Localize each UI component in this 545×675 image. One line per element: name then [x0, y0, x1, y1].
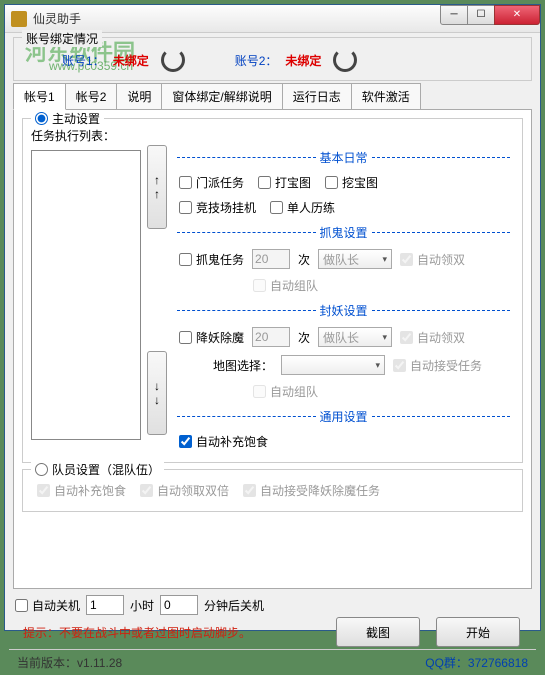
hours-input[interactable]: 1 [86, 595, 124, 615]
tab-help[interactable]: 说明 [116, 83, 162, 109]
wabaotu-checkbox[interactable] [325, 176, 338, 189]
qq-value: 372766818 [468, 656, 528, 670]
move-down-button[interactable]: ↓↓ [147, 351, 167, 435]
account1-label: 账号1： [62, 52, 105, 69]
active-mode-radio[interactable] [35, 112, 48, 125]
version-label: 当前版本： [17, 656, 77, 670]
tab-account2[interactable]: 帐号2 [65, 83, 118, 109]
section-general: 通用设置 [173, 408, 514, 425]
version-value: v1.11.28 [77, 656, 122, 670]
ghost-count-spinner[interactable]: 20 [252, 249, 290, 269]
menpai-checkbox[interactable] [179, 176, 192, 189]
member-autoaccept-checkbox [243, 484, 256, 497]
screenshot-button[interactable]: 截图 [336, 617, 420, 647]
bind-group-title: 账号绑定情况 [22, 30, 102, 47]
dabaotu-checkbox[interactable] [258, 176, 271, 189]
demon-task-checkbox[interactable] [179, 331, 192, 344]
active-settings-group: 主动设置 任务执行列表： ↑↑ ↓↓ 基本日常 门派任务 [22, 118, 523, 463]
account1-status: 未绑定 [113, 52, 149, 69]
account2-label: 账号2： [235, 52, 278, 69]
member-mode-radio[interactable] [35, 463, 48, 476]
account2-status: 未绑定 [285, 52, 321, 69]
demon-autoteam-checkbox [253, 385, 266, 398]
demon-count-spinner[interactable]: 20 [252, 327, 290, 347]
member-autofood-checkbox [37, 484, 50, 497]
demon-leader-combo[interactable]: 做队长 [318, 327, 392, 347]
ghost-task-checkbox[interactable] [179, 253, 192, 266]
start-button[interactable]: 开始 [436, 617, 520, 647]
tab-log[interactable]: 运行日志 [282, 83, 352, 109]
member-mode-label: 队员设置（混队伍） [52, 461, 160, 478]
member-autodouble-checkbox [140, 484, 153, 497]
ghost-autoteam-checkbox [253, 279, 266, 292]
ghost-leader-combo[interactable]: 做队长 [318, 249, 392, 269]
task-list-label: 任务执行列表： [31, 127, 141, 144]
qq-label: QQ群： [425, 656, 468, 670]
demon-autodouble-checkbox [400, 331, 413, 344]
tab-activate[interactable]: 软件激活 [351, 83, 421, 109]
autofood-checkbox[interactable] [179, 435, 192, 448]
danren-checkbox[interactable] [270, 201, 283, 214]
jingji-checkbox[interactable] [179, 201, 192, 214]
spinner-icon [161, 48, 185, 72]
app-icon [11, 11, 27, 27]
app-window: 仙灵助手 ─ ☐ ✕ 河东软件园 www.pc0359.cn 账号绑定情况 账号… [4, 4, 541, 631]
titlebar[interactable]: 仙灵助手 ─ ☐ ✕ [5, 5, 540, 33]
spinner-icon [333, 48, 357, 72]
map-label: 地图选择： [213, 357, 273, 374]
tab-strip: 帐号1 帐号2 说明 窗体绑定/解绑说明 运行日志 软件激活 [13, 83, 532, 109]
window-title: 仙灵助手 [33, 10, 441, 27]
maximize-button[interactable]: ☐ [467, 5, 495, 25]
move-up-button[interactable]: ↑↑ [147, 145, 167, 229]
map-combo[interactable] [281, 355, 385, 375]
tab-content: 主动设置 任务执行列表： ↑↑ ↓↓ 基本日常 门派任务 [13, 109, 532, 589]
bind-status-group: 账号绑定情况 账号1： 未绑定 账号2： 未绑定 [13, 37, 532, 81]
mins-input[interactable]: 0 [160, 595, 198, 615]
section-ghost: 抓鬼设置 [173, 224, 514, 241]
close-button[interactable]: ✕ [494, 5, 540, 25]
tab-account1[interactable]: 帐号1 [13, 83, 66, 110]
ghost-autodouble-checkbox [400, 253, 413, 266]
status-bar: 当前版本：v1.11.28 QQ群：372766818 [9, 649, 536, 675]
section-basic: 基本日常 [173, 149, 514, 166]
demon-autoaccept-checkbox [393, 359, 406, 372]
task-listbox[interactable] [31, 150, 141, 440]
auto-shutdown-checkbox[interactable] [15, 599, 28, 612]
tip-text: 提示：不要在战斗中或者过图时启动脚步。 [23, 624, 251, 641]
tab-bind-help[interactable]: 窗体绑定/解绑说明 [161, 83, 282, 109]
section-demon: 封妖设置 [173, 302, 514, 319]
minimize-button[interactable]: ─ [440, 5, 468, 25]
active-mode-label: 主动设置 [52, 110, 100, 127]
member-settings-group: 队员设置（混队伍） 自动补充饱食 自动领取双倍 自动接受降妖除魔任务 [22, 469, 523, 512]
